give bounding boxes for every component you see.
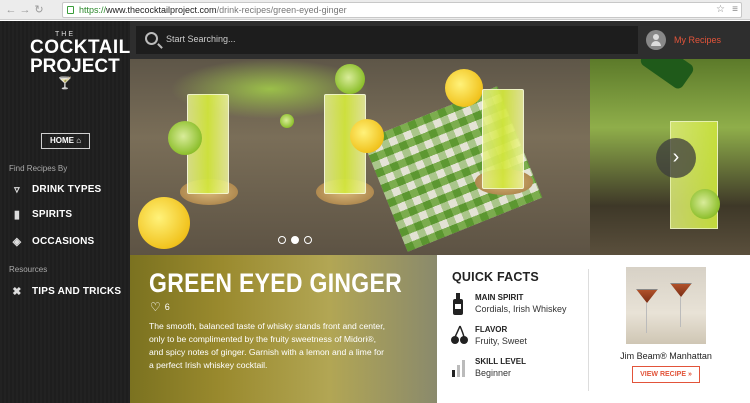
bottle-icon bbox=[451, 293, 467, 315]
carousel-dot[interactable] bbox=[304, 236, 312, 244]
drink-title: GREEN EYED GINGER bbox=[149, 268, 403, 298]
drink-info-panel: GREEN EYED GINGER ♡ 6 The smooth, balanc… bbox=[130, 255, 437, 403]
search-input[interactable]: Start Searching... bbox=[136, 26, 638, 54]
quick-facts-panel: QUICK FACTS MAIN SPIRIT Cordials, Irish … bbox=[437, 255, 750, 403]
url-host: www.thecocktailproject.com bbox=[106, 5, 217, 15]
cherries-icon bbox=[451, 325, 468, 345]
martini-glass-icon: ▿ bbox=[14, 184, 20, 196]
fact-main-spirit: MAIN SPIRIT Cordials, Irish Whiskey bbox=[451, 293, 567, 315]
house-icon: ⌂ bbox=[76, 136, 82, 145]
related-recipe-name[interactable]: Jim Beam® Manhattan bbox=[597, 351, 735, 361]
sidebar-item-drink-types[interactable]: ▿ DRINK TYPES bbox=[9, 183, 101, 196]
fact-value: Beginner bbox=[475, 368, 512, 378]
drink-description: The smooth, balanced taste of whisky sta… bbox=[149, 321, 385, 370]
bookmark-star-icon[interactable]: ☆ bbox=[716, 3, 725, 17]
find-recipes-heading: Find Recipes By bbox=[9, 164, 68, 173]
fact-skill-level: SKILL LEVEL Beginner bbox=[451, 357, 526, 379]
site-logo[interactable]: THE COCKTAIL PROJECT 🍸 bbox=[30, 31, 131, 90]
reload-icon[interactable]: ↻ bbox=[32, 3, 46, 17]
view-recipe-button[interactable]: VIEW RECIPE » bbox=[632, 366, 700, 383]
like-count: 6 bbox=[164, 302, 170, 312]
avatar[interactable] bbox=[646, 30, 666, 50]
browser-menu-icon[interactable]: ≡ bbox=[732, 3, 738, 17]
lock-icon bbox=[67, 6, 74, 14]
cheers-icon: ◈ bbox=[12, 236, 22, 248]
fact-label: MAIN SPIRIT bbox=[475, 293, 524, 302]
carousel-dot-active[interactable] bbox=[291, 236, 299, 244]
fact-label: FLAVOR bbox=[475, 325, 508, 334]
sidebar: THE COCKTAIL PROJECT 🍸 HOME ⌂ Find Recip… bbox=[0, 21, 130, 403]
logo-word-project: PROJECT bbox=[30, 56, 120, 77]
my-recipes-label: My Recipes bbox=[674, 35, 722, 45]
home-button-label: HOME bbox=[49, 136, 74, 145]
skill-bars-icon bbox=[451, 357, 467, 377]
top-bar: Start Searching... My Recipes bbox=[130, 21, 750, 59]
sidebar-item-occasions[interactable]: ◈ OCCASIONS bbox=[9, 235, 95, 248]
carousel-next-button[interactable]: › bbox=[656, 138, 696, 178]
related-recipe-image[interactable] bbox=[626, 267, 706, 344]
address-bar[interactable]: https://www.thecocktailproject.com/drink… bbox=[62, 2, 742, 18]
resources-heading: Resources bbox=[9, 265, 48, 274]
martini-glass-icon: 🍸 bbox=[57, 76, 73, 90]
divider bbox=[588, 269, 589, 391]
search-placeholder: Start Searching... bbox=[166, 34, 236, 44]
sidebar-item-tips-and-tricks[interactable]: ✖ TIPS AND TRICKS bbox=[9, 285, 121, 298]
cocktail-glass bbox=[482, 89, 524, 189]
fact-value: Fruity, Sweet bbox=[475, 336, 527, 346]
logo-word-cocktail: COCKTAIL bbox=[30, 37, 131, 58]
fact-label: SKILL LEVEL bbox=[475, 357, 526, 366]
heart-icon: ♡ bbox=[150, 300, 161, 314]
bottle-icon: ▮ bbox=[13, 209, 21, 221]
like-button[interactable]: ♡ 6 bbox=[150, 300, 170, 314]
carousel-dot[interactable] bbox=[278, 236, 286, 244]
forward-arrow-icon[interactable]: → bbox=[18, 3, 32, 17]
browser-toolbar: ← → ↻ https://www.thecocktailproject.com… bbox=[0, 0, 750, 20]
sidebar-item-spirits[interactable]: ▮ SPIRITS bbox=[9, 208, 72, 221]
carousel-dots bbox=[278, 236, 312, 244]
sidebar-item-label: OCCASIONS bbox=[32, 236, 95, 247]
sidebar-item-label: SPIRITS bbox=[32, 209, 73, 220]
my-recipes-link[interactable]: My Recipes bbox=[646, 30, 721, 50]
sidebar-item-label: TIPS AND TRICKS bbox=[32, 286, 122, 297]
sidebar-item-label: DRINK TYPES bbox=[32, 184, 102, 195]
home-button[interactable]: HOME ⌂ bbox=[41, 133, 90, 149]
url-scheme: https:// bbox=[79, 5, 107, 15]
hero-image bbox=[130, 59, 590, 255]
quick-facts-heading: QUICK FACTS bbox=[452, 270, 539, 284]
fact-value: Cordials, Irish Whiskey bbox=[475, 304, 567, 314]
fact-flavor: FLAVOR Fruity, Sweet bbox=[451, 325, 527, 347]
search-icon bbox=[145, 32, 158, 45]
url-path: /drink-recipes/green-eyed-ginger bbox=[216, 5, 347, 15]
back-arrow-icon[interactable]: ← bbox=[4, 3, 18, 17]
tools-icon: ✖ bbox=[12, 286, 22, 298]
chevron-right-icon: › bbox=[672, 146, 680, 168]
